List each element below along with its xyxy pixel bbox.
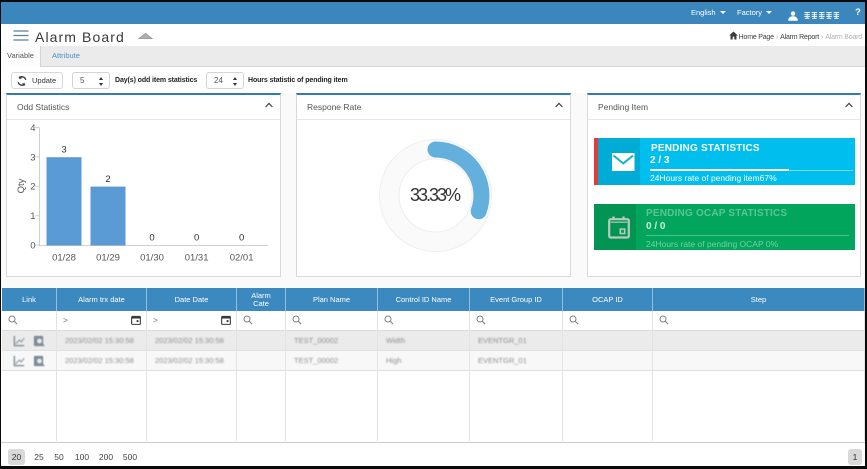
svg-text:01/31: 01/31 [185, 253, 209, 264]
svg-text:0: 0 [194, 233, 199, 244]
svg-text:33.33%: 33.33% [410, 185, 461, 205]
svg-text:0: 0 [30, 241, 35, 252]
svg-text:0: 0 [149, 233, 154, 244]
svg-text:2: 2 [105, 174, 110, 185]
svg-text:02/01: 02/01 [230, 253, 254, 264]
svg-text:Qty: Qty [16, 178, 27, 193]
svg-text:2: 2 [30, 182, 35, 193]
svg-text:01/30: 01/30 [140, 253, 164, 264]
svg-text:3: 3 [30, 152, 35, 163]
svg-text:4: 4 [30, 123, 35, 134]
svg-text:3: 3 [61, 145, 66, 156]
svg-text:01/28: 01/28 [52, 253, 76, 264]
svg-text:1: 1 [30, 211, 35, 222]
svg-text:0: 0 [239, 233, 244, 244]
svg-text:01/29: 01/29 [96, 253, 120, 264]
